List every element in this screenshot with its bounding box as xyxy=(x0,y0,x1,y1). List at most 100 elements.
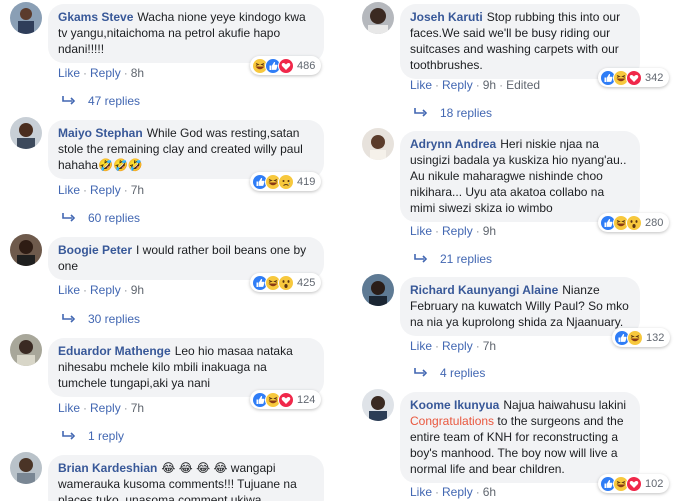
highlighted-word: Congratulations xyxy=(410,414,495,428)
avatar[interactable] xyxy=(362,389,394,421)
like-link[interactable]: Like xyxy=(58,66,80,80)
view-replies-link[interactable]: 60 replies xyxy=(62,211,140,225)
like-link[interactable]: Like xyxy=(410,485,432,499)
sad-reaction-icon xyxy=(278,173,294,190)
avatar[interactable] xyxy=(10,234,42,266)
view-replies-link[interactable]: 1 reply xyxy=(62,429,124,443)
view-replies-link[interactable]: 21 replies xyxy=(414,252,492,266)
avatar[interactable] xyxy=(362,128,394,160)
comment-author[interactable]: Maiyo Stephan xyxy=(58,126,143,140)
haha-reaction-icon xyxy=(265,391,281,408)
comment-time[interactable]: 9h xyxy=(483,224,496,238)
view-replies-link[interactable]: 18 replies xyxy=(414,106,492,120)
comment-author[interactable]: Joseh Karuti xyxy=(410,10,483,24)
comment-author[interactable]: Brian Kardeshian xyxy=(58,461,157,475)
replies-count[interactable]: 21 replies xyxy=(440,252,492,266)
reaction-summary[interactable]: 280 xyxy=(598,213,670,232)
avatar[interactable] xyxy=(10,2,42,34)
comment-author[interactable]: Boogie Peter xyxy=(58,243,132,257)
like-reaction-icon xyxy=(600,214,616,231)
replies-count[interactable]: 60 replies xyxy=(88,211,140,225)
wow-reaction-icon xyxy=(278,274,294,291)
comment-bubble: Maiyo Stephan While God was resting,satan… xyxy=(48,120,324,179)
comment-actions: Like · Reply · 8h xyxy=(58,66,145,80)
reaction-count: 124 xyxy=(297,393,316,406)
reply-link[interactable]: Reply xyxy=(90,401,121,415)
haha-reaction-icon xyxy=(265,173,281,190)
avatar[interactable] xyxy=(362,2,394,34)
comment-text-before: Najua haiwahusu lakini xyxy=(503,398,627,412)
avatar[interactable] xyxy=(10,117,42,149)
reply-link[interactable]: Reply xyxy=(90,283,121,297)
like-reaction-icon xyxy=(614,329,630,346)
comment-bubble: Gkams Steve Wacha nione yeye kindogo kwa … xyxy=(48,4,324,63)
reaction-summary[interactable]: 132 xyxy=(612,328,671,347)
love-reaction-icon xyxy=(626,69,642,86)
comment-time[interactable]: 7h xyxy=(483,339,496,353)
reply-arrow-icon xyxy=(62,96,76,105)
reaction-summary[interactable]: 124 xyxy=(250,390,322,409)
like-link[interactable]: Like xyxy=(410,224,432,238)
comment-bubble: Richard Kaunyangi Alaine Nianze February … xyxy=(400,277,640,336)
replies-count[interactable]: 1 reply xyxy=(88,429,124,443)
edited-label[interactable]: Edited xyxy=(506,78,540,92)
replies-count[interactable]: 18 replies xyxy=(440,106,492,120)
like-reaction-icon xyxy=(265,57,281,74)
comment-actions: Like · Reply · 7h xyxy=(58,401,145,415)
reply-link[interactable]: Reply xyxy=(442,224,473,238)
haha-reaction-icon xyxy=(613,69,629,86)
comment-time[interactable]: 7h xyxy=(131,401,144,415)
reaction-count: 132 xyxy=(646,331,665,344)
comment-author[interactable]: Eduardor Mathenge xyxy=(58,344,171,358)
reply-arrow-icon xyxy=(414,108,428,117)
reply-link[interactable]: Reply xyxy=(90,66,121,80)
comment-author[interactable]: Adrynn Andrea xyxy=(410,137,496,151)
like-link[interactable]: Like xyxy=(58,283,80,297)
replies-count[interactable]: 30 replies xyxy=(88,312,140,326)
comment-time[interactable]: 6h xyxy=(483,485,496,499)
comment-actions: Like · Reply · 9h · Edited xyxy=(410,78,541,92)
reaction-summary[interactable]: 102 xyxy=(598,474,670,493)
reply-arrow-icon xyxy=(62,314,76,323)
avatar[interactable] xyxy=(10,334,42,366)
reply-link[interactable]: Reply xyxy=(442,78,473,92)
reply-arrow-icon xyxy=(62,431,76,440)
comment-actions: Like · Reply · 6h xyxy=(410,485,497,499)
view-replies-link[interactable]: 47 replies xyxy=(62,94,140,108)
comment-bubble: Eduardor Mathenge Leo hio masaa nataka ni… xyxy=(48,338,324,397)
reply-arrow-icon xyxy=(62,213,76,222)
reply-link[interactable]: Reply xyxy=(442,485,473,499)
reaction-count: 419 xyxy=(297,175,316,188)
like-reaction-icon xyxy=(600,475,616,492)
wow-reaction-icon xyxy=(626,214,642,231)
comment-author[interactable]: Richard Kaunyangi Alaine xyxy=(410,283,558,297)
reply-arrow-icon xyxy=(414,254,428,263)
reaction-summary[interactable]: 342 xyxy=(598,68,670,87)
like-link[interactable]: Like xyxy=(410,339,432,353)
avatar[interactable] xyxy=(362,274,394,306)
reaction-count: 425 xyxy=(297,276,316,289)
reaction-summary[interactable]: 425 xyxy=(250,273,322,292)
view-replies-link[interactable]: 4 replies xyxy=(414,366,485,380)
view-replies-link[interactable]: 30 replies xyxy=(62,312,140,326)
reply-link[interactable]: Reply xyxy=(442,339,473,353)
comment-time[interactable]: 9h xyxy=(483,78,496,92)
reaction-summary[interactable]: 419 xyxy=(250,172,322,191)
comment-author[interactable]: Gkams Steve xyxy=(58,10,133,24)
replies-count[interactable]: 47 replies xyxy=(88,94,140,108)
comment-time[interactable]: 8h xyxy=(131,66,144,80)
haha-reaction-icon xyxy=(613,214,629,231)
like-link[interactable]: Like xyxy=(410,78,432,92)
haha-reaction-icon xyxy=(627,329,643,346)
like-link[interactable]: Like xyxy=(58,401,80,415)
comment-time[interactable]: 7h xyxy=(131,183,144,197)
comment-bubble: Brian Kardeshian 😂 😂 😂 😂 wangapi wamerauk… xyxy=(48,455,324,501)
comment-time[interactable]: 9h xyxy=(131,283,144,297)
reaction-count: 102 xyxy=(645,477,664,490)
like-link[interactable]: Like xyxy=(58,183,80,197)
avatar[interactable] xyxy=(10,452,42,484)
reply-link[interactable]: Reply xyxy=(90,183,121,197)
replies-count[interactable]: 4 replies xyxy=(440,366,485,380)
reaction-summary[interactable]: 486 xyxy=(250,56,322,75)
comment-author[interactable]: Koome Ikunyua xyxy=(410,398,499,412)
